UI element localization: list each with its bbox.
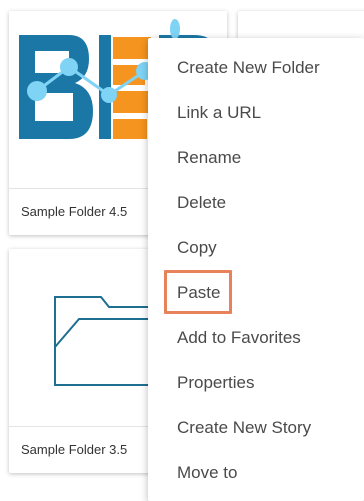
menu-item-paste[interactable]: Paste xyxy=(148,273,364,313)
menu-item-link-a-url[interactable]: Link a URL xyxy=(148,93,364,133)
menu-item-rename[interactable]: Rename xyxy=(148,138,364,178)
menu-item-create-new-story[interactable]: Create New Story xyxy=(148,408,364,448)
menu-item-delete[interactable]: Delete xyxy=(148,183,364,223)
menu-item-properties[interactable]: Properties xyxy=(148,363,364,403)
menu-item-move-to[interactable]: Move to xyxy=(148,453,364,493)
menu-item-add-to-favorites[interactable]: Add to Favorites xyxy=(148,318,364,358)
context-menu: Create New Folder Link a URL Rename Dele… xyxy=(148,38,364,501)
menu-item-copy[interactable]: Copy xyxy=(148,228,364,268)
menu-item-create-new-folder[interactable]: Create New Folder xyxy=(148,48,364,88)
